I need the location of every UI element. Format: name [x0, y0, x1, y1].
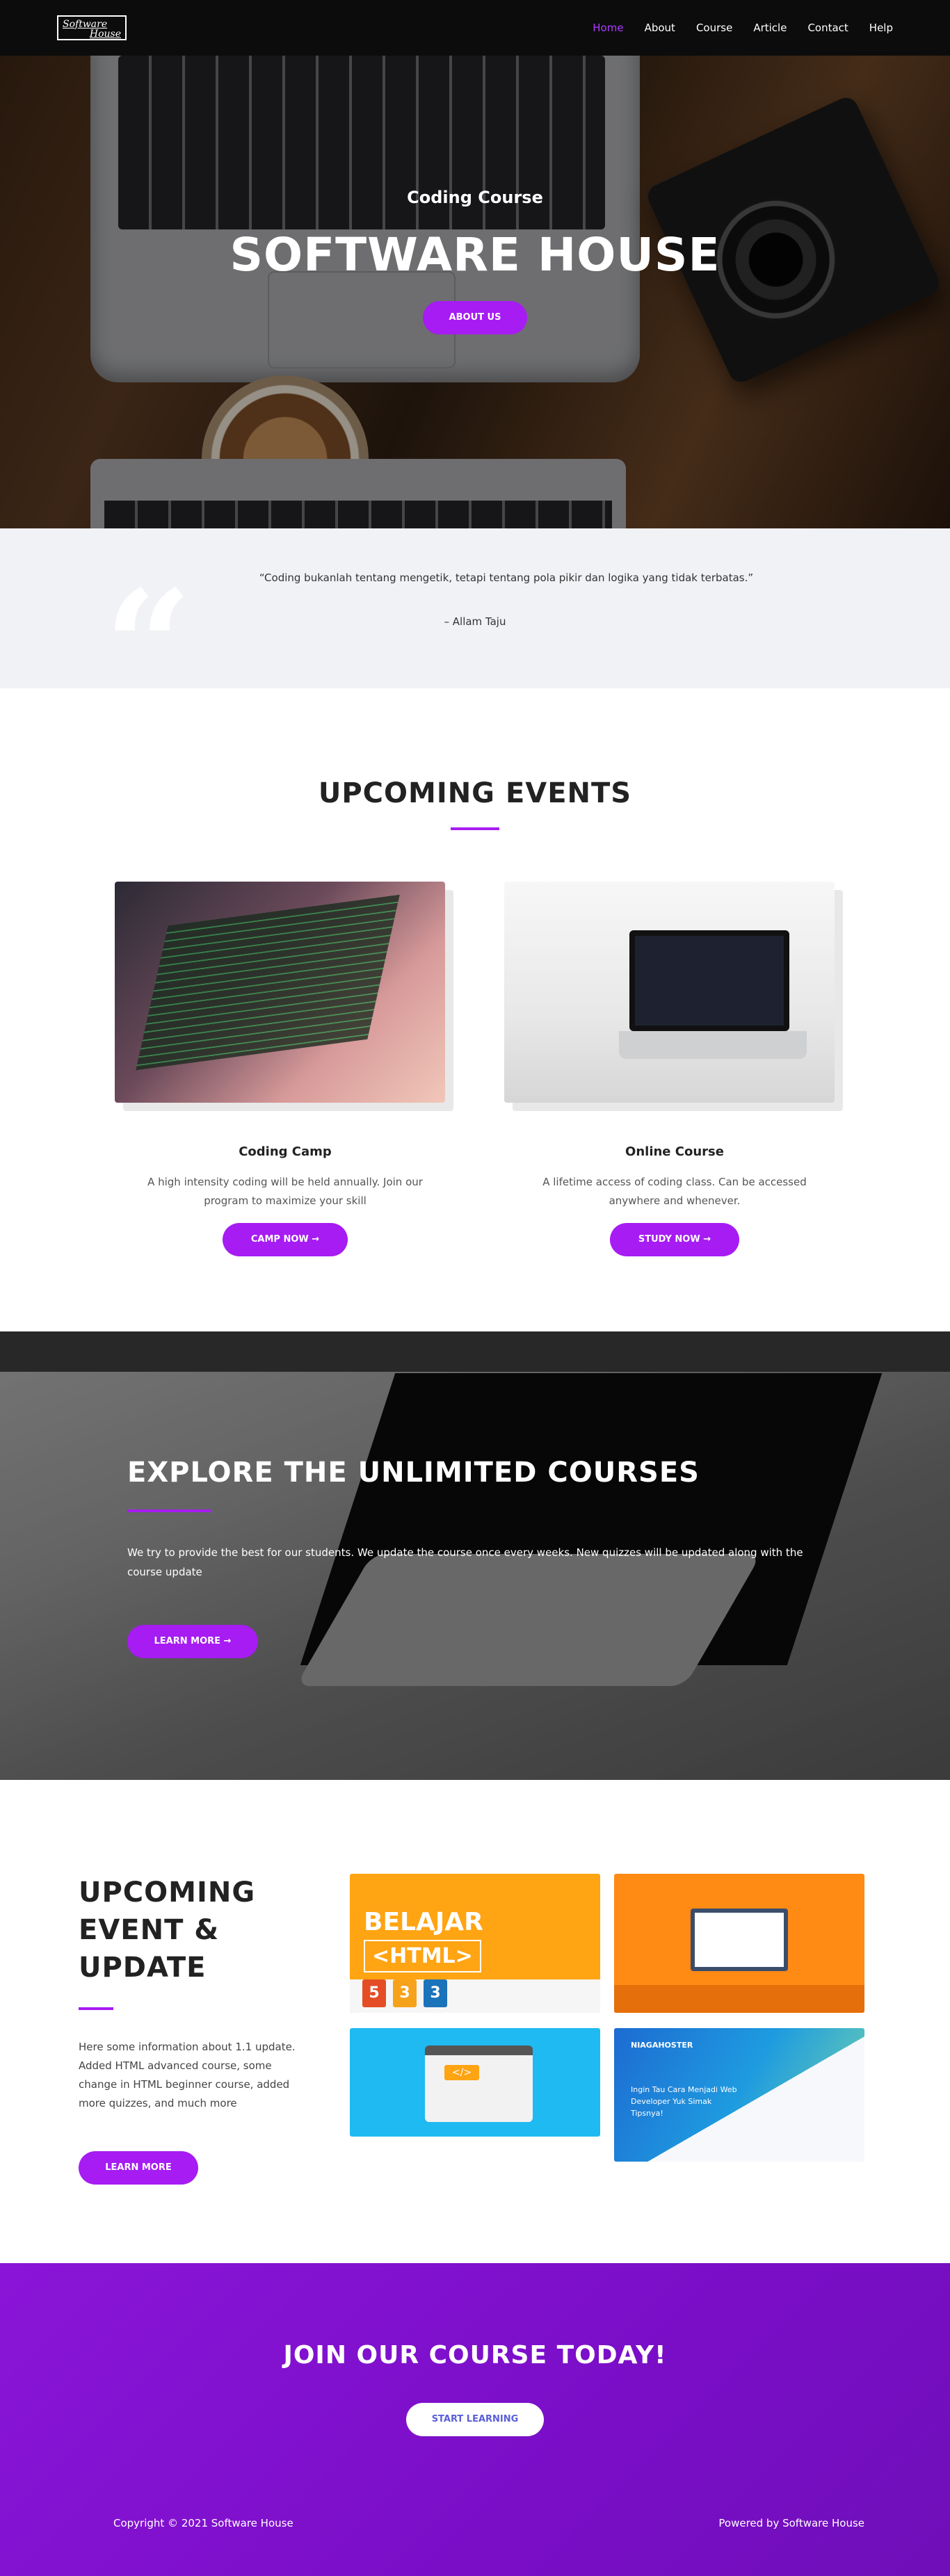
nav-article[interactable]: Article — [753, 22, 787, 34]
quote-section: “ “Coding bukanlah tentang mengetik, tet… — [0, 528, 950, 723]
update-section: UPCOMING EVENT & UPDATE Here some inform… — [0, 1780, 950, 2263]
update-tile-web-dev[interactable] — [614, 1874, 864, 2013]
hero-title: SOFTWARE HOUSE — [230, 228, 720, 282]
hero-content: Coding Course SOFTWARE HOUSE ABOUT US — [0, 188, 950, 334]
logo[interactable]: Software House — [57, 15, 127, 40]
laptop-screen — [629, 930, 789, 1031]
browser-window-illustration: </> — [425, 2046, 533, 2122]
hero-subtitle: Coding Course — [407, 188, 543, 207]
about-us-button[interactable]: ABOUT US — [423, 301, 527, 334]
online-course-image — [504, 882, 835, 1103]
logo-line1: Software — [63, 19, 108, 30]
update-title: UPCOMING EVENT & UPDATE — [79, 1877, 256, 1984]
coding-camp-image — [115, 882, 445, 1103]
tile-heading: BELAJAR — [364, 1908, 483, 1936]
event-card-online-course: Online Course A lifetime access of codin… — [504, 882, 845, 1256]
update-description: Here some information about 1.1 update. … — [79, 2041, 296, 2109]
hero-section: Coding Course SOFTWARE HOUSE ABOUT US — [0, 0, 950, 528]
explore-title: EXPLORE THE UNLIMITED COURSES — [127, 1457, 700, 1489]
update-tile-niagahoster[interactable]: NIAGAHOSTER Ingin Tau Cara Menjadi Web D… — [614, 2028, 864, 2162]
niagahoster-logo: NIAGAHOSTER — [631, 2041, 693, 2050]
explore-description: We try to provide the best for our stude… — [127, 1546, 803, 1578]
navbar: Software House Home About Course Article… — [0, 0, 950, 56]
explore-section: EXPLORE THE UNLIMITED COURSES We try to … — [0, 1331, 950, 1780]
study-now-button[interactable]: STUDY NOW → — [610, 1223, 739, 1256]
logo-line2: House — [89, 29, 121, 40]
event-card-coding-camp: Coding Camp A high intensity coding will… — [115, 882, 456, 1256]
laptop-base — [619, 1031, 807, 1059]
explore-content: EXPLORE THE UNLIMITED COURSES We try to … — [127, 1457, 823, 1658]
camp-now-button[interactable]: CAMP NOW → — [223, 1223, 348, 1256]
nav-about[interactable]: About — [645, 22, 675, 34]
powered-by-text: Powered by Software House — [718, 2517, 864, 2529]
events-section: UPCOMING EVENTS Coding Camp A high inten… — [0, 688, 950, 1331]
monitor-illustration — [691, 1909, 788, 1971]
join-button-wrap: START LEARNING — [0, 2403, 950, 2436]
nav-help[interactable]: Help — [869, 22, 893, 34]
start-learning-button[interactable]: START LEARNING — [406, 2403, 544, 2436]
event-title: Coding Camp — [239, 1144, 332, 1159]
tile-caption: Ingin Tau Cara Menjadi Web Developer Yuk… — [631, 2085, 737, 2118]
tile-icon-bar — [350, 1979, 600, 2013]
nav-menu: Home About Course Article Contact Help — [593, 22, 893, 34]
join-title: JOIN OUR COURSE TODAY! — [283, 2341, 667, 2370]
nav-course[interactable]: Course — [696, 22, 732, 34]
explore-underline — [127, 1509, 211, 1512]
events-title-underline — [451, 827, 499, 830]
events-title: UPCOMING EVENTS — [318, 777, 632, 809]
event-title: Online Course — [625, 1144, 724, 1159]
update-learn-more-button[interactable]: LEARN MORE — [79, 2151, 198, 2185]
desk-illustration — [614, 1985, 864, 2013]
update-tile-belajar-html[interactable]: BELAJAR <HTML> 5 3 3 — [350, 1874, 600, 2013]
code-icon: </> — [444, 2065, 479, 2080]
nav-contact[interactable]: Contact — [807, 22, 848, 34]
tile-subheading: <HTML> — [364, 1940, 481, 1972]
update-underline — [79, 2007, 113, 2010]
css3-icon: 3 — [424, 1979, 447, 2007]
js-icon: 3 — [393, 1979, 417, 2007]
explore-learn-more-button[interactable]: LEARN MORE → — [127, 1625, 258, 1658]
event-description: A high intensity coding will be held ann… — [147, 1176, 423, 1207]
update-text-block: UPCOMING EVENT & UPDATE Here some inform… — [79, 1874, 301, 2185]
event-description: A lifetime access of coding class. Can b… — [542, 1176, 807, 1207]
html5-icon: 5 — [362, 1979, 386, 2007]
quote-author: – Allam Taju — [444, 615, 506, 628]
quote-text: “Coding bukanlah tentang mengetik, tetap… — [259, 572, 754, 584]
update-tile-code[interactable]: </> — [350, 2028, 600, 2137]
join-section: JOIN OUR COURSE TODAY! START LEARNING Co… — [0, 2263, 950, 2576]
copyright-text: Copyright © 2021 Software House — [113, 2517, 293, 2529]
nav-home[interactable]: Home — [593, 22, 623, 34]
